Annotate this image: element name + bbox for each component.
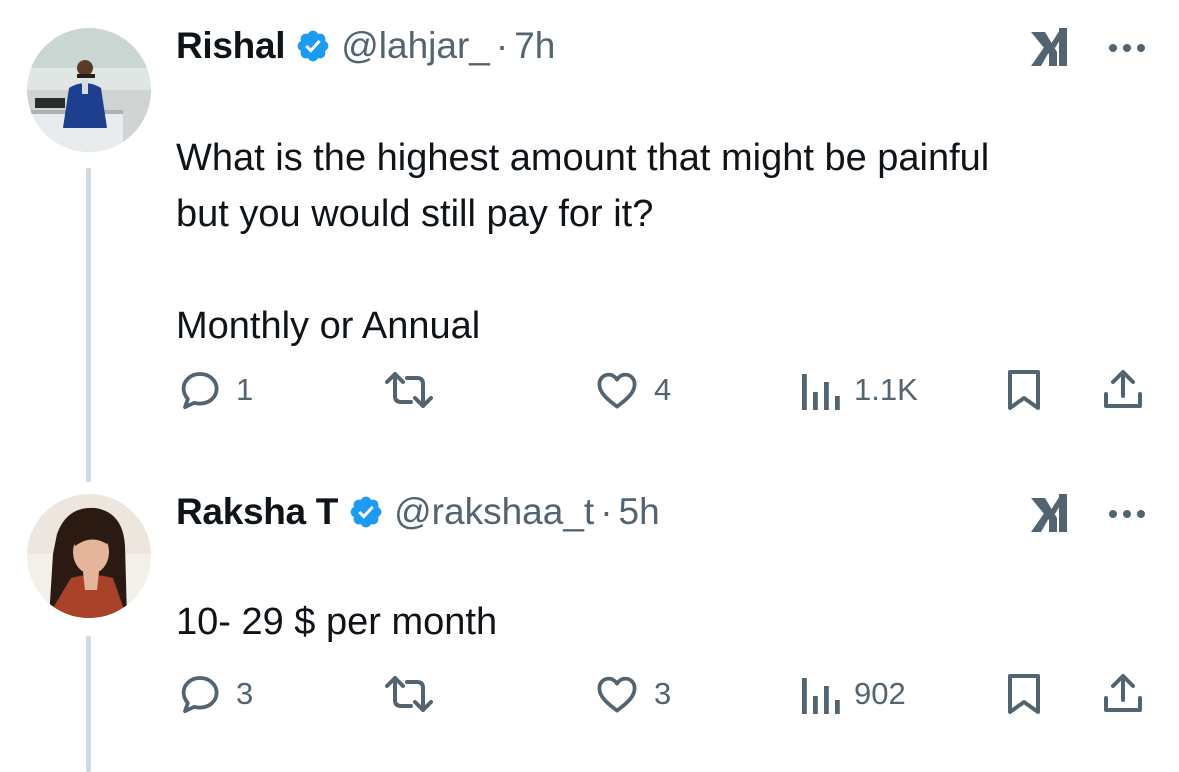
heart-icon xyxy=(597,372,637,409)
views-count: 902 xyxy=(854,676,906,711)
bookmark-icon xyxy=(1008,674,1040,714)
views-icon xyxy=(802,374,840,410)
bookmark-button[interactable] xyxy=(1002,364,1046,416)
share-button[interactable] xyxy=(1100,668,1146,720)
timestamp[interactable]: 7h xyxy=(514,25,555,67)
reply-count: 1 xyxy=(236,372,254,407)
reply-icon xyxy=(181,676,219,714)
action-bar: 3 3 902 xyxy=(176,668,1148,720)
reply-icon xyxy=(181,372,219,410)
thread-line xyxy=(86,168,91,482)
grok-icon[interactable] xyxy=(1027,22,1077,72)
views-button[interactable]: 902 xyxy=(798,668,906,720)
user-handle[interactable]: @rakshaa_t xyxy=(394,491,594,533)
share-button[interactable] xyxy=(1100,364,1146,416)
display-name[interactable]: Raksha T xyxy=(176,491,338,533)
tweet-text: What is the highest amount that might be… xyxy=(176,137,990,347)
display-name[interactable]: Rishal xyxy=(176,25,286,67)
more-icon[interactable] xyxy=(1107,508,1147,520)
like-count: 3 xyxy=(654,676,672,711)
like-button[interactable]: 4 xyxy=(592,364,671,416)
share-icon xyxy=(1104,674,1142,712)
avatar-image xyxy=(27,28,151,152)
retweet-icon xyxy=(385,676,433,712)
user-handle[interactable]: @lahjar_ xyxy=(341,25,490,67)
grok-icon[interactable] xyxy=(1027,488,1077,538)
reply-button[interactable]: 1 xyxy=(176,364,253,416)
like-button[interactable]: 3 xyxy=(592,668,671,720)
timestamp[interactable]: 5h xyxy=(619,491,660,533)
avatar[interactable] xyxy=(27,494,151,618)
views-icon xyxy=(802,678,840,714)
thread-line xyxy=(86,636,91,772)
tweet-text: 10- 29 $ per month xyxy=(176,601,498,643)
reply-button[interactable]: 3 xyxy=(176,668,253,720)
separator-dot: · xyxy=(600,491,613,532)
like-count: 4 xyxy=(654,372,672,407)
share-icon xyxy=(1104,370,1142,408)
retweet-icon xyxy=(385,372,433,408)
bookmark-icon xyxy=(1008,370,1040,410)
tweet-header: Rishal @lahjar_ · 7h xyxy=(176,21,555,71)
views-button[interactable]: 1.1K xyxy=(798,364,918,416)
reply-count: 3 xyxy=(236,676,254,711)
retweet-button[interactable] xyxy=(381,364,449,416)
tweet-header: Raksha T @rakshaa_t · 5h xyxy=(176,487,660,537)
more-icon[interactable] xyxy=(1107,42,1147,54)
avatar-image xyxy=(27,494,151,618)
separator-dot: · xyxy=(495,25,509,66)
views-count: 1.1K xyxy=(854,372,918,407)
retweet-button[interactable] xyxy=(381,668,449,720)
heart-icon xyxy=(597,676,637,713)
action-bar: 1 4 1.1K xyxy=(176,364,1148,416)
avatar[interactable] xyxy=(27,28,151,152)
bookmark-button[interactable] xyxy=(1002,668,1046,720)
verified-badge-icon xyxy=(297,30,329,62)
verified-badge-icon xyxy=(350,496,382,528)
